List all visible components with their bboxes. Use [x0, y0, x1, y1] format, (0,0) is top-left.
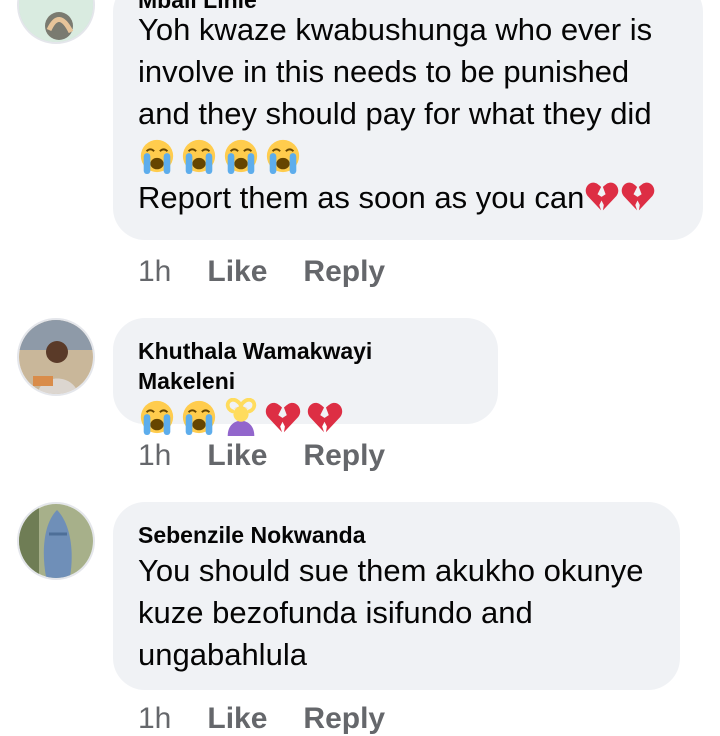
comment-text-line: and they should pay for what they did — [138, 96, 652, 131]
reply-button[interactable]: Reply — [303, 702, 385, 736]
crying-face-icon — [180, 398, 218, 436]
avatar[interactable] — [17, 0, 95, 44]
crying-face-icon — [180, 137, 218, 175]
comment-text-line: Report them as soon as you can — [138, 177, 679, 219]
comment-actions: 1h Like Reply — [138, 255, 421, 289]
comment-author[interactable]: Khuthala Wamakwayi Makeleni — [138, 336, 474, 396]
broken-heart-icon — [306, 398, 344, 436]
comment-time[interactable]: 1h — [138, 439, 171, 473]
avatar[interactable] — [17, 502, 95, 580]
person-gesturing-ok-icon — [222, 398, 260, 436]
crying-face-icon — [138, 137, 176, 175]
comment-bubble: Mbali Lihle Yoh kwaze kwabushunga who ev… — [113, 0, 703, 240]
comment-text: Report them as soon as you can — [138, 180, 585, 215]
like-button[interactable]: Like — [207, 702, 267, 736]
comment-text-line: kuze bezofunda isifundo and — [138, 595, 533, 630]
reply-button[interactable]: Reply — [303, 255, 385, 289]
comment-author[interactable]: Sebenzile Nokwanda — [138, 520, 656, 550]
avatar-image — [19, 320, 93, 394]
broken-heart-icon — [264, 398, 302, 436]
comment-actions: 1h Like Reply — [138, 702, 421, 736]
comment-bubble: Khuthala Wamakwayi Makeleni — [113, 318, 498, 424]
comment-text-line: ungabahlula — [138, 637, 307, 672]
reply-button[interactable]: Reply — [303, 439, 385, 473]
comment-text-line: involve in this needs to be punished — [138, 54, 630, 89]
crying-face-icon — [222, 137, 260, 175]
comment-author[interactable]: Mbali Lihle — [138, 0, 679, 9]
comment-actions: 1h Like Reply — [138, 439, 421, 473]
broken-heart-icon — [620, 178, 656, 214]
crying-face-icon — [264, 137, 302, 175]
comment-time[interactable]: 1h — [138, 255, 171, 289]
emoji-row — [138, 135, 679, 177]
avatar-image — [19, 504, 93, 578]
comment-bubble: Sebenzile Nokwanda You should sue them a… — [113, 502, 680, 690]
comment-text-line: You should sue them akukho okunye — [138, 553, 644, 588]
like-button[interactable]: Like — [207, 255, 267, 289]
emoji-row — [138, 396, 474, 438]
comment-time[interactable]: 1h — [138, 702, 171, 736]
avatar[interactable] — [17, 318, 95, 396]
like-button[interactable]: Like — [207, 439, 267, 473]
avatar-image — [19, 0, 93, 42]
comment-text-line: Yoh kwaze kwabushunga who ever is — [138, 12, 653, 47]
crying-face-icon — [138, 398, 176, 436]
broken-heart-icon — [584, 178, 620, 214]
